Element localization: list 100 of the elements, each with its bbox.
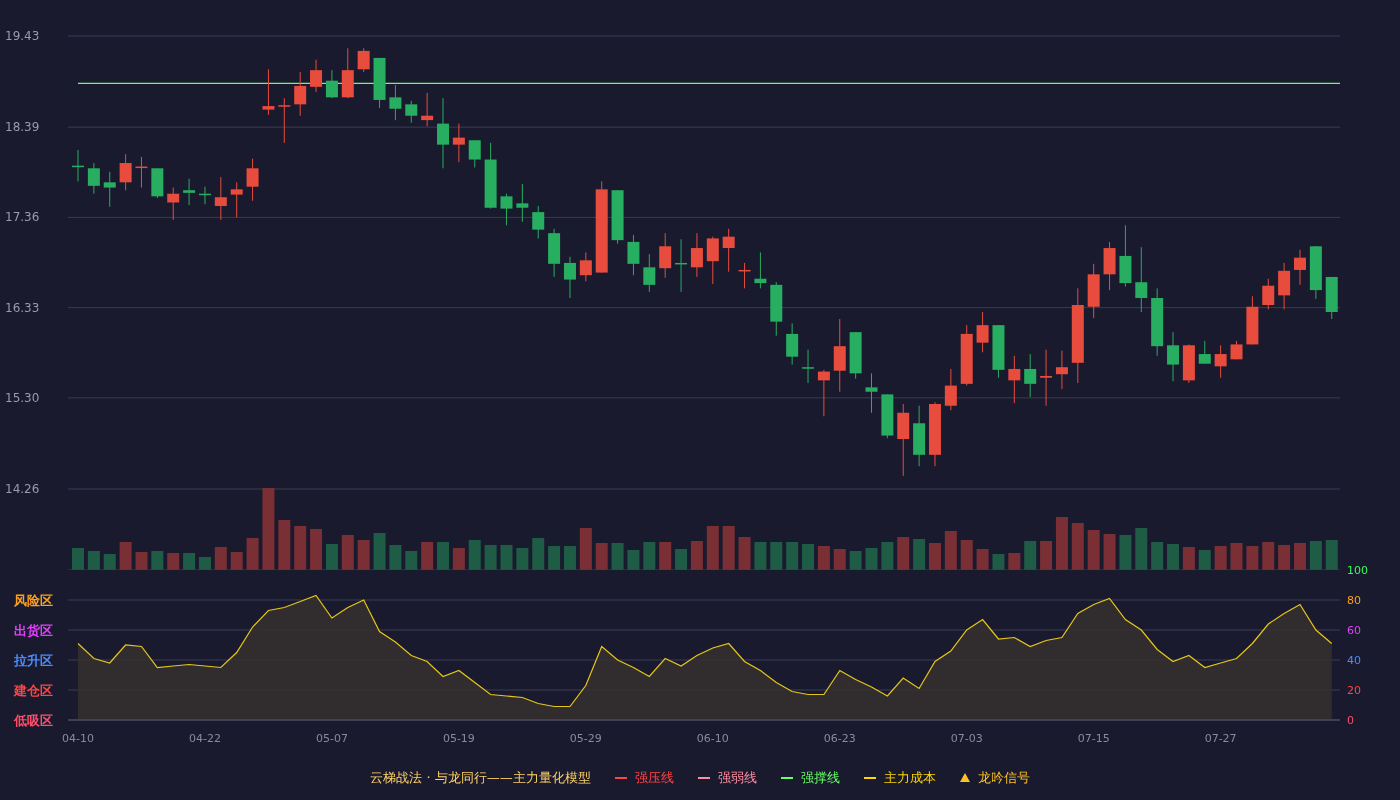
axis-label: 100 [1347,564,1368,577]
candlestick [452,123,465,163]
candlestick [960,324,973,387]
candlestick [72,149,84,182]
candlestick [579,251,592,282]
axis-label: 07-27 [1204,732,1237,745]
candlestick [341,47,354,99]
candlestick [706,236,719,285]
axis-label: 18.39 [5,120,40,135]
candlestick [1167,331,1180,382]
axis-label: 40 [1347,654,1361,667]
axis-label: 14.26 [5,482,40,496]
candlestick [1182,343,1195,384]
axis-label: 05-07 [315,732,348,745]
axis-label: 04-22 [189,732,221,745]
candlestick [944,368,957,411]
candlestick [1055,350,1068,390]
axis-label: 07-03 [950,732,983,745]
candlestick [643,253,656,293]
candlestick [548,228,561,278]
zone-label: 低吸区 [14,713,53,728]
axis-label: 06-10 [696,732,729,745]
candlestick [198,186,211,205]
candlestick [992,324,1005,379]
legend-title: 云梯战法 · 与龙同行——主力量化模型 [370,768,591,787]
candlestick [817,369,830,417]
candlestick [1214,344,1227,379]
candlestick [1325,276,1338,320]
zone-label: 拉升区 [14,653,53,668]
legend-label[interactable]: 主力成本 [883,767,936,788]
axis-label: 60 [1347,624,1361,637]
candlestick [611,189,624,245]
candlestick [437,97,449,169]
candlestick [1087,263,1100,319]
candlestick [1103,241,1116,291]
candlestick [421,92,434,127]
candlestick [310,59,323,93]
candlestick [690,232,703,278]
candlestick [786,322,799,366]
candlestick [1008,355,1021,404]
legend-label[interactable]: 强弱线 [717,767,757,788]
candlestick [1262,278,1275,310]
candlestick [770,281,783,337]
axis-label: 04-10 [62,732,94,745]
candlestick [754,251,767,289]
axis-label: 16.33 [5,300,40,315]
candlestick [722,228,735,273]
axis-label: 80 [1347,594,1361,607]
axis-label: 20 [1347,684,1361,697]
candlestick [929,401,941,467]
candlestick [325,69,338,99]
axis-label: 19.43 [5,29,40,43]
candlestick [373,57,386,109]
axis-label: 0 [1347,714,1354,727]
candlestick [294,71,307,117]
candlestick [1135,246,1148,313]
legend-label[interactable]: 强撑线 [800,767,840,788]
candlestick [500,193,513,226]
zone-label: 建仓区 [14,683,53,698]
axis-label: 07-15 [1077,732,1110,745]
candlestick [183,178,196,206]
candlestick [1024,353,1037,398]
candlestick [278,97,291,144]
legend-label[interactable]: 强压线 [634,767,674,788]
candlestick [738,262,751,289]
candlestick [262,68,275,116]
candlestick [1198,340,1211,365]
candlestick [1294,249,1306,286]
candlestick [881,393,894,439]
candlestick [627,234,640,276]
candlestick [1040,349,1053,407]
candlestick [151,167,164,199]
zone-label: 出货区 [14,623,53,638]
candlestick [214,176,227,221]
legend-label[interactable]: 龙吟信号 [977,767,1030,788]
candlestick [659,232,672,279]
candlestick [357,47,370,73]
candlestick [119,153,132,191]
candlestick [675,238,688,293]
candlestick [532,205,545,239]
candlestick [484,142,497,210]
candlestick [135,156,148,189]
candlestick [230,181,243,218]
candlestick [1278,262,1291,310]
axis-label: 15.30 [5,390,40,405]
candlestick [913,405,926,467]
candlestick [103,171,116,208]
candlestick [1309,245,1322,300]
zone-label: 风险区 [14,593,53,608]
candlestick [849,331,862,380]
candlestick [405,100,418,124]
candlestick [468,139,481,168]
candlestick [167,187,180,221]
candlestick [865,372,878,414]
candlestick [1246,295,1259,345]
candlestick [516,183,529,223]
candlestick [563,256,576,299]
candlestick [87,162,100,195]
axis-label: 06-23 [823,732,856,745]
candlestick [802,349,814,384]
